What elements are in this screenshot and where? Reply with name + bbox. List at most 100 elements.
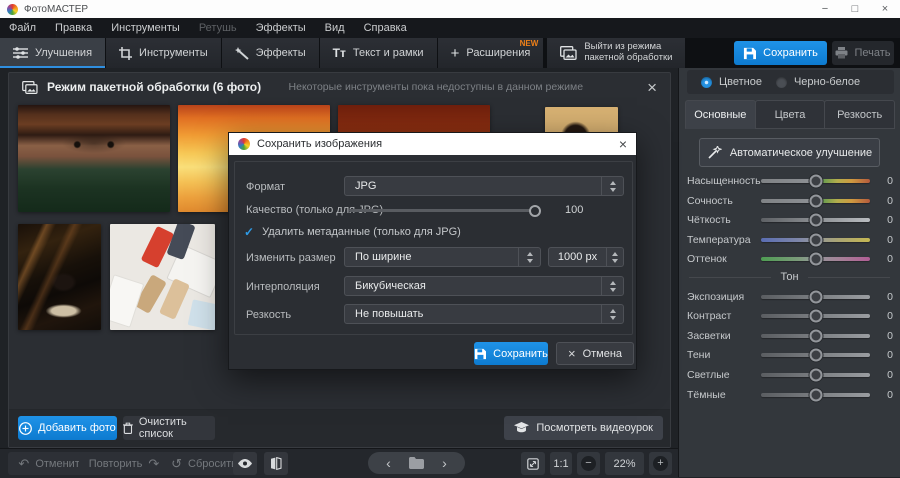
slider-row-saturation: Насыщенность 0	[687, 171, 893, 191]
add-photo-button[interactable]: Добавить фото	[18, 416, 117, 440]
menu-tools[interactable]: Инструменты	[111, 22, 180, 34]
menu-retouch: Ретушь	[199, 22, 237, 34]
redo-button[interactable]: Повторить ↷	[79, 452, 169, 475]
exit-batch-label: Выйти из режима пакетной обработки	[584, 42, 672, 64]
maximize-button[interactable]: □	[840, 0, 870, 18]
save-button[interactable]: Сохранить	[734, 41, 827, 65]
dialog-close-icon[interactable]: ×	[619, 137, 627, 151]
radio-color[interactable]: Цветное	[701, 76, 762, 88]
slider-track[interactable]	[761, 373, 870, 377]
interpolation-dropdown[interactable]: Бикубическая	[344, 276, 624, 296]
batch-close-icon[interactable]: ×	[647, 79, 657, 96]
zoom-in-button[interactable]: +	[649, 452, 672, 475]
adjustment-tabs: Основные Цвета Резкость	[685, 100, 894, 129]
slider-handle[interactable]	[809, 195, 822, 208]
slider-handle[interactable]	[809, 175, 822, 188]
batch-title: Режим пакетной обработки (6 фото)	[47, 80, 261, 94]
menu-edit[interactable]: Правка	[55, 22, 92, 34]
clear-list-button[interactable]: Очистить список	[123, 416, 215, 440]
slider-label: Сочность	[687, 195, 759, 207]
tab-sharpness[interactable]: Резкость	[824, 100, 895, 129]
close-button[interactable]: ×	[870, 0, 900, 18]
slider-handle[interactable]	[809, 389, 822, 402]
slider-track[interactable]	[761, 257, 870, 261]
thumbnail-photo-5[interactable]	[18, 224, 101, 330]
preview-original-button[interactable]	[233, 452, 257, 475]
slider-track[interactable]	[761, 353, 870, 357]
dialog-save-label: Сохранить	[493, 348, 548, 360]
dialog-save-button[interactable]: Сохранить	[474, 342, 548, 365]
resize-dropdown[interactable]: По ширине	[344, 247, 541, 267]
slider-label: Температура	[687, 234, 759, 246]
size-spinner-icon[interactable]	[606, 248, 623, 266]
auto-enhance-button[interactable]: Автоматическое улучшение	[699, 138, 880, 167]
interpolation-value: Бикубическая	[355, 280, 426, 292]
next-photo-icon[interactable]: ›	[442, 456, 447, 470]
menu-effects[interactable]: Эффекты	[256, 22, 306, 34]
minimize-button[interactable]: −	[810, 0, 840, 18]
print-button[interactable]: Печать	[832, 41, 894, 65]
watch-tutorial-button[interactable]: Посмотреть видеоурок	[504, 416, 663, 440]
menu-view[interactable]: Вид	[325, 22, 345, 34]
slider-label: Светлые	[687, 369, 759, 381]
actual-size-button[interactable]: 1:1	[550, 452, 572, 475]
tab-tools[interactable]: Инструменты	[106, 38, 222, 68]
slider-handle[interactable]	[809, 310, 822, 323]
dialog-cancel-button[interactable]: × Отмена	[556, 342, 634, 365]
tab-basic[interactable]: Основные	[685, 100, 756, 129]
format-spinner-icon[interactable]	[601, 177, 623, 195]
tab-improvements[interactable]: Улучшения	[0, 38, 106, 68]
slider-track[interactable]	[761, 218, 870, 222]
slider-track[interactable]	[761, 199, 870, 203]
resize-size-input[interactable]: 1000 px	[548, 247, 624, 267]
tab-effects[interactable]: Эффекты	[222, 38, 320, 68]
slider-track[interactable]	[761, 295, 870, 299]
quality-slider-handle[interactable]	[529, 205, 541, 217]
zoom-level[interactable]: 22%	[605, 452, 644, 475]
thumbnail-photo-6[interactable]	[110, 224, 215, 330]
slider-handle[interactable]	[809, 253, 822, 266]
before-after-button[interactable]	[264, 452, 288, 475]
slider-track[interactable]	[761, 393, 870, 397]
interpolation-spinner-icon[interactable]	[601, 277, 623, 295]
dialog-titlebar: Сохранить изображения ×	[229, 133, 636, 155]
menu-help[interactable]: Справка	[364, 22, 407, 34]
remove-metadata-checkbox[interactable]: ✓ Удалить метаданные (только для JPG)	[244, 226, 461, 238]
slider-track[interactable]	[761, 238, 870, 242]
graduation-cap-icon	[514, 422, 529, 434]
fit-screen-button[interactable]	[521, 452, 545, 475]
thumbnail-photo-1[interactable]	[18, 105, 170, 212]
batch-notice: Некоторые инструменты пока недоступны в …	[289, 81, 639, 93]
tab-colors[interactable]: Цвета	[755, 100, 826, 129]
format-dropdown[interactable]: JPG	[344, 176, 624, 196]
sharpness-dropdown[interactable]: Не повышать	[344, 304, 624, 324]
exit-batch-line2: пакетной обработки	[584, 53, 672, 64]
slider-handle[interactable]	[809, 330, 822, 343]
slider-handle[interactable]	[809, 214, 822, 227]
slider-label: Тени	[687, 349, 759, 361]
slider-value: 0	[877, 253, 893, 265]
slider-track[interactable]	[761, 179, 870, 183]
actual-size-label: 1:1	[553, 458, 568, 470]
sharpness-spinner-icon[interactable]	[601, 305, 623, 323]
slider-handle[interactable]	[809, 234, 822, 247]
tab-extensions-label: Расширения	[466, 47, 530, 59]
folder-icon[interactable]	[409, 457, 424, 469]
slider-handle[interactable]	[809, 349, 822, 362]
slider-track[interactable]	[761, 334, 870, 338]
exit-batch-mode-button[interactable]: Выйти из режима пакетной обработки	[547, 38, 686, 68]
resize-spinner-icon[interactable]	[518, 248, 540, 266]
slider-handle[interactable]	[809, 369, 822, 382]
quality-slider[interactable]	[349, 209, 539, 212]
prev-photo-icon[interactable]: ‹	[386, 456, 391, 470]
slider-label: Оттенок	[687, 253, 759, 265]
tab-text-frames[interactable]: Tт Текст и рамки	[320, 38, 438, 68]
menu-file[interactable]: Файл	[9, 22, 36, 34]
radio-bw[interactable]: Черно-белое	[776, 76, 860, 88]
tab-extensions[interactable]: + Расширения NEW	[438, 38, 545, 68]
zoom-out-button[interactable]: −	[577, 452, 600, 475]
format-value: JPG	[355, 180, 376, 192]
zoom-out-icon: −	[581, 456, 596, 471]
slider-track[interactable]	[761, 314, 870, 318]
slider-handle[interactable]	[809, 291, 822, 304]
